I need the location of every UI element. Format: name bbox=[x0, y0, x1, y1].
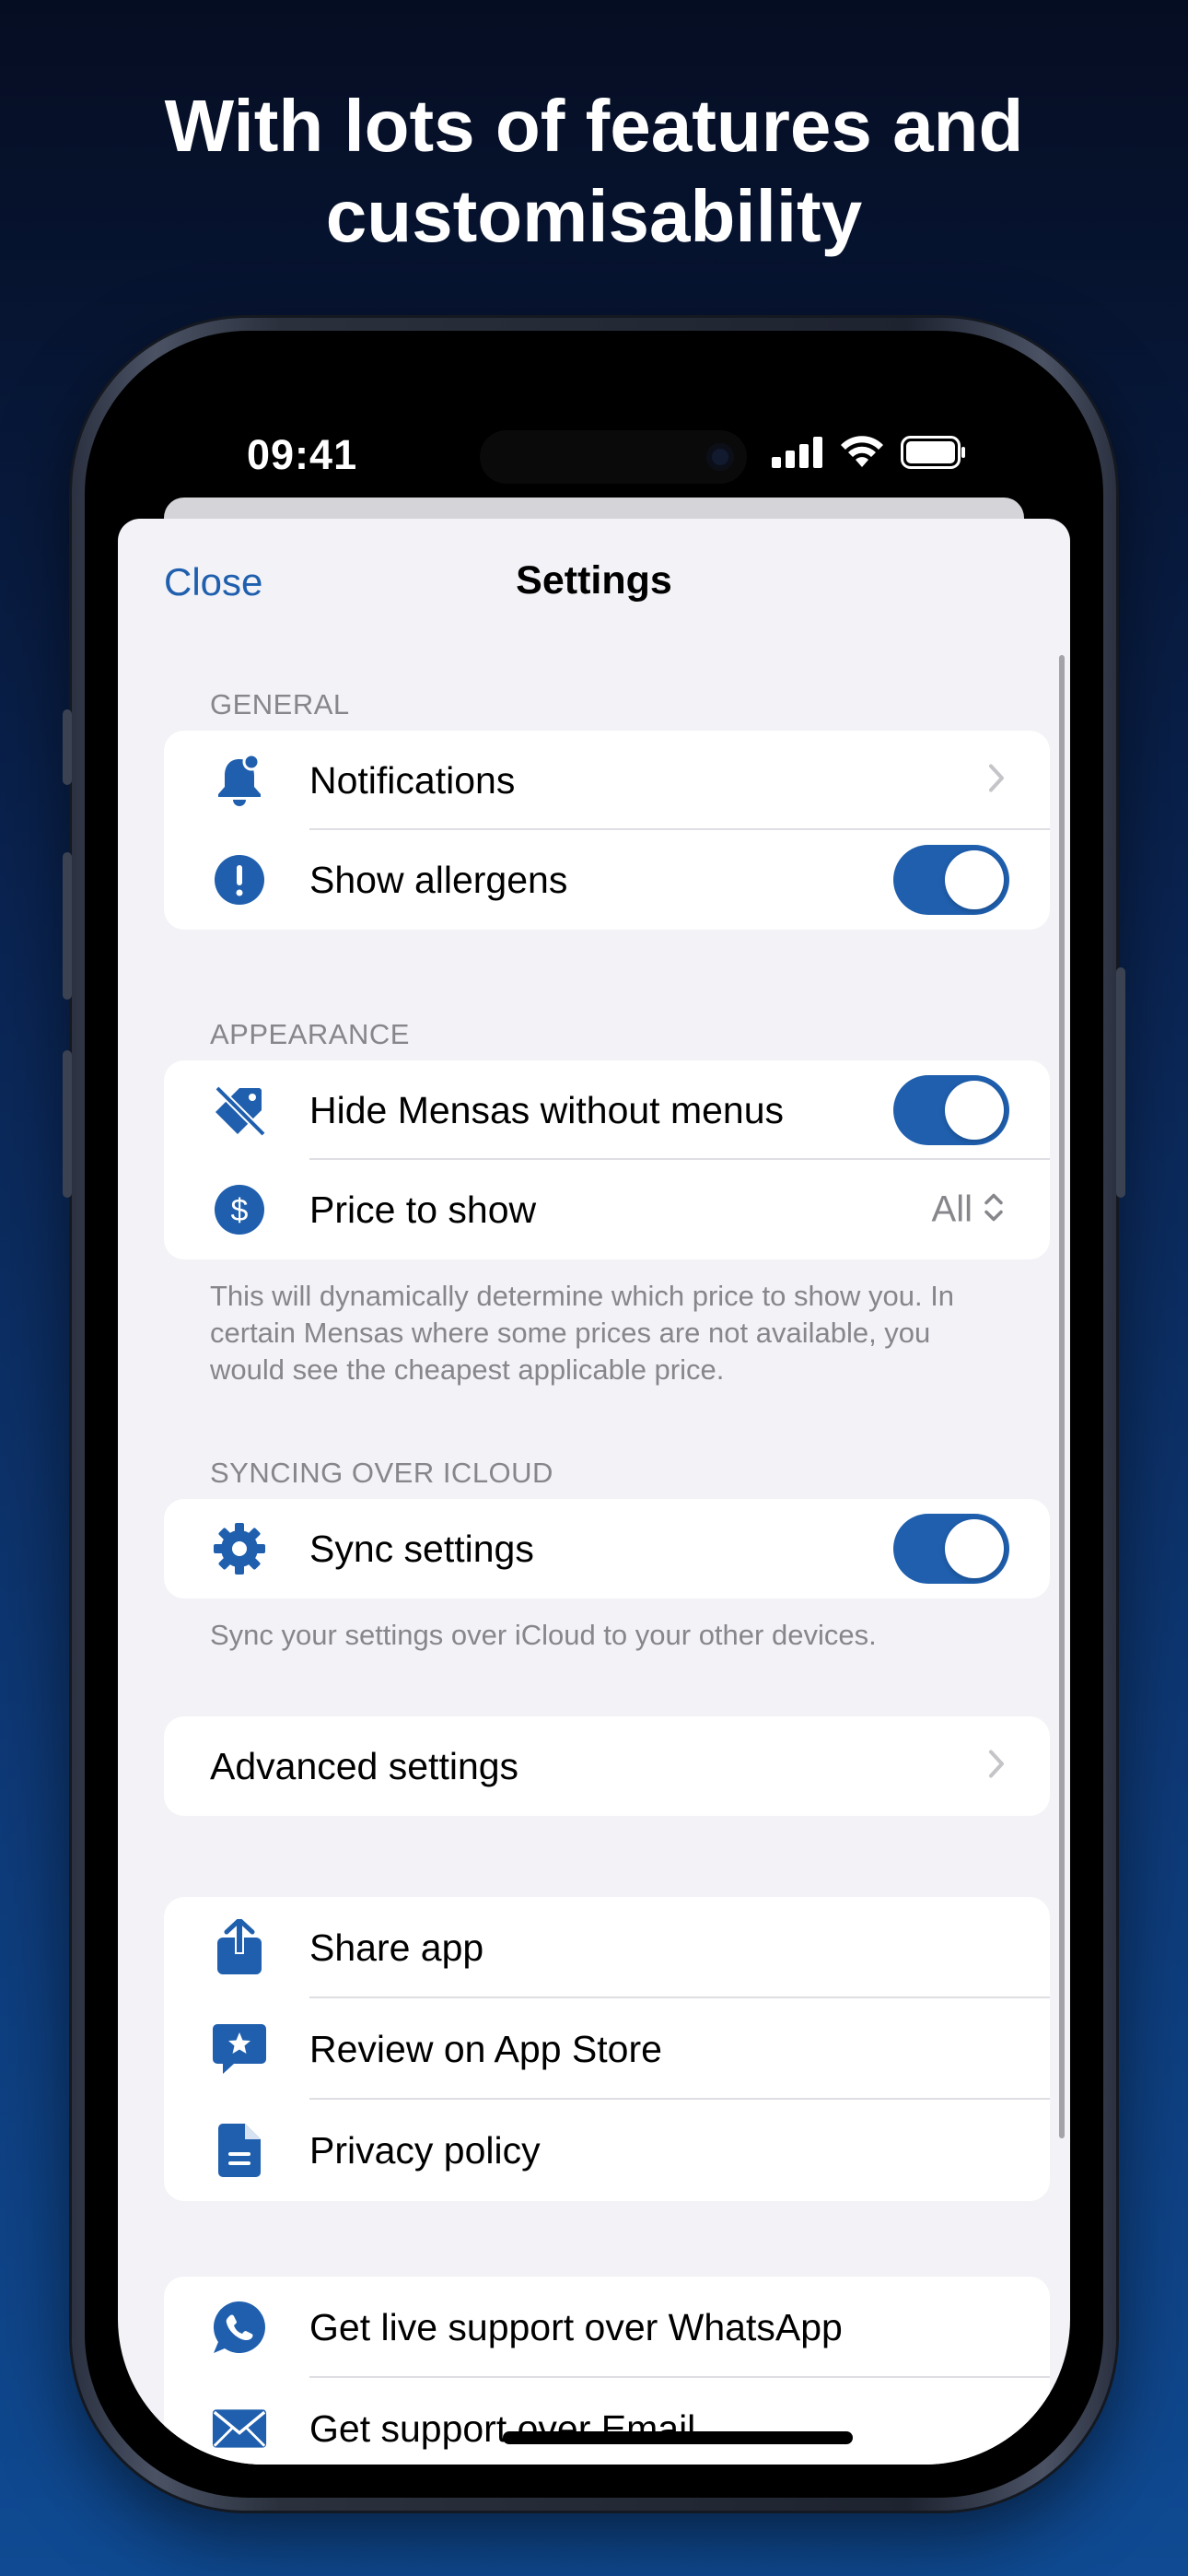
row-notifications[interactable]: Notifications bbox=[164, 731, 1050, 830]
sync-settings-toggle[interactable] bbox=[893, 1514, 1009, 1584]
share-app-label: Share app bbox=[309, 1926, 484, 1969]
row-review-app-store[interactable]: Review on App Store bbox=[164, 1998, 1050, 2100]
whatsapp-support-label: Get live support over WhatsApp bbox=[309, 2305, 843, 2348]
group-general: Notifications Show allergens bbox=[164, 731, 1050, 930]
marketing-headline: With lots of features and customisabilit… bbox=[0, 81, 1188, 262]
phone-bezel: 09:41 Settings Close GENERAL Notificatio… bbox=[85, 331, 1103, 2498]
close-button[interactable]: Close bbox=[164, 560, 262, 604]
row-show-allergens: Show allergens bbox=[164, 830, 1050, 930]
section-header-appearance: APPEARANCE bbox=[210, 1018, 410, 1050]
row-whatsapp-support[interactable]: Get live support over WhatsApp bbox=[164, 2277, 1050, 2378]
section-header-general: GENERAL bbox=[210, 688, 350, 720]
wifi-icon bbox=[840, 436, 884, 474]
sync-footer-note: Sync your settings over iCloud to your o… bbox=[210, 1619, 877, 1651]
chevron-right-icon bbox=[987, 764, 1006, 798]
row-share-app[interactable]: Share app bbox=[164, 1897, 1050, 1998]
phone-screen: 09:41 Settings Close GENERAL Notificatio… bbox=[118, 364, 1070, 2465]
row-sync-settings: Sync settings bbox=[164, 1499, 1050, 1598]
envelope-icon bbox=[212, 2401, 267, 2456]
status-icons bbox=[772, 436, 967, 474]
group-appearance: Hide Mensas without menus $ Price to sho… bbox=[164, 1060, 1050, 1259]
tag-slash-icon bbox=[212, 1083, 267, 1138]
share-icon bbox=[212, 1919, 267, 1975]
headline-line-2: customisability bbox=[325, 175, 863, 257]
dollar-circle-icon: $ bbox=[212, 1182, 267, 1237]
chevron-right-icon bbox=[987, 1750, 1006, 1784]
gear-icon bbox=[212, 1521, 267, 1576]
chevron-up-down-icon bbox=[984, 1192, 1004, 1228]
show-allergens-toggle[interactable] bbox=[893, 845, 1009, 915]
home-indicator[interactable] bbox=[503, 2431, 853, 2444]
sync-settings-label: Sync settings bbox=[309, 1527, 534, 1570]
show-allergens-label: Show allergens bbox=[309, 858, 568, 901]
battery-icon bbox=[901, 436, 967, 474]
power-button bbox=[1116, 967, 1125, 1198]
status-time: 09:41 bbox=[247, 431, 358, 478]
document-icon bbox=[212, 2123, 267, 2178]
svg-text:$: $ bbox=[231, 1193, 249, 1228]
bell-icon bbox=[212, 753, 267, 808]
phone-frame: 09:41 Settings Close GENERAL Notificatio… bbox=[63, 318, 1125, 2511]
headline-line-1: With lots of features and bbox=[164, 85, 1024, 167]
price-to-show-label: Price to show bbox=[309, 1188, 537, 1231]
advanced-settings-label: Advanced settings bbox=[210, 1744, 519, 1787]
row-advanced-settings[interactable]: Advanced settings bbox=[164, 1716, 1050, 1816]
section-header-syncing: SYNCING OVER ICLOUD bbox=[210, 1457, 553, 1489]
action-button bbox=[63, 709, 72, 785]
price-footer-note: This will dynamically determine which pr… bbox=[210, 1280, 955, 1386]
scroll-indicator[interactable] bbox=[1059, 655, 1065, 2138]
group-advanced: Advanced settings bbox=[164, 1716, 1050, 1816]
price-picker-value[interactable]: All bbox=[932, 1189, 973, 1231]
volume-up-button bbox=[63, 852, 72, 1000]
privacy-policy-label: Privacy policy bbox=[309, 2128, 541, 2172]
hide-mensas-toggle[interactable] bbox=[893, 1075, 1009, 1145]
settings-sheet: Settings Close GENERAL Notifications Sho… bbox=[118, 519, 1070, 2465]
group-about: Share app Review on App Store Privacy po… bbox=[164, 1897, 1050, 2201]
group-syncing: Sync settings bbox=[164, 1499, 1050, 1598]
dynamic-island bbox=[480, 430, 747, 484]
row-hide-mensas: Hide Mensas without menus bbox=[164, 1060, 1050, 1160]
star-bubble-icon bbox=[212, 2021, 267, 2077]
notifications-label: Notifications bbox=[309, 758, 516, 802]
row-email-support[interactable]: Get support over Email bbox=[164, 2378, 1050, 2465]
review-label: Review on App Store bbox=[309, 2027, 662, 2070]
cellular-signal-icon bbox=[772, 437, 823, 473]
row-privacy-policy[interactable]: Privacy policy bbox=[164, 2100, 1050, 2201]
row-price-to-show[interactable]: $ Price to show All bbox=[164, 1160, 1050, 1259]
hide-mensas-label: Hide Mensas without menus bbox=[309, 1088, 785, 1131]
exclamation-circle-icon bbox=[212, 852, 267, 907]
volume-down-button bbox=[63, 1050, 72, 1198]
whatsapp-icon bbox=[212, 2300, 267, 2355]
